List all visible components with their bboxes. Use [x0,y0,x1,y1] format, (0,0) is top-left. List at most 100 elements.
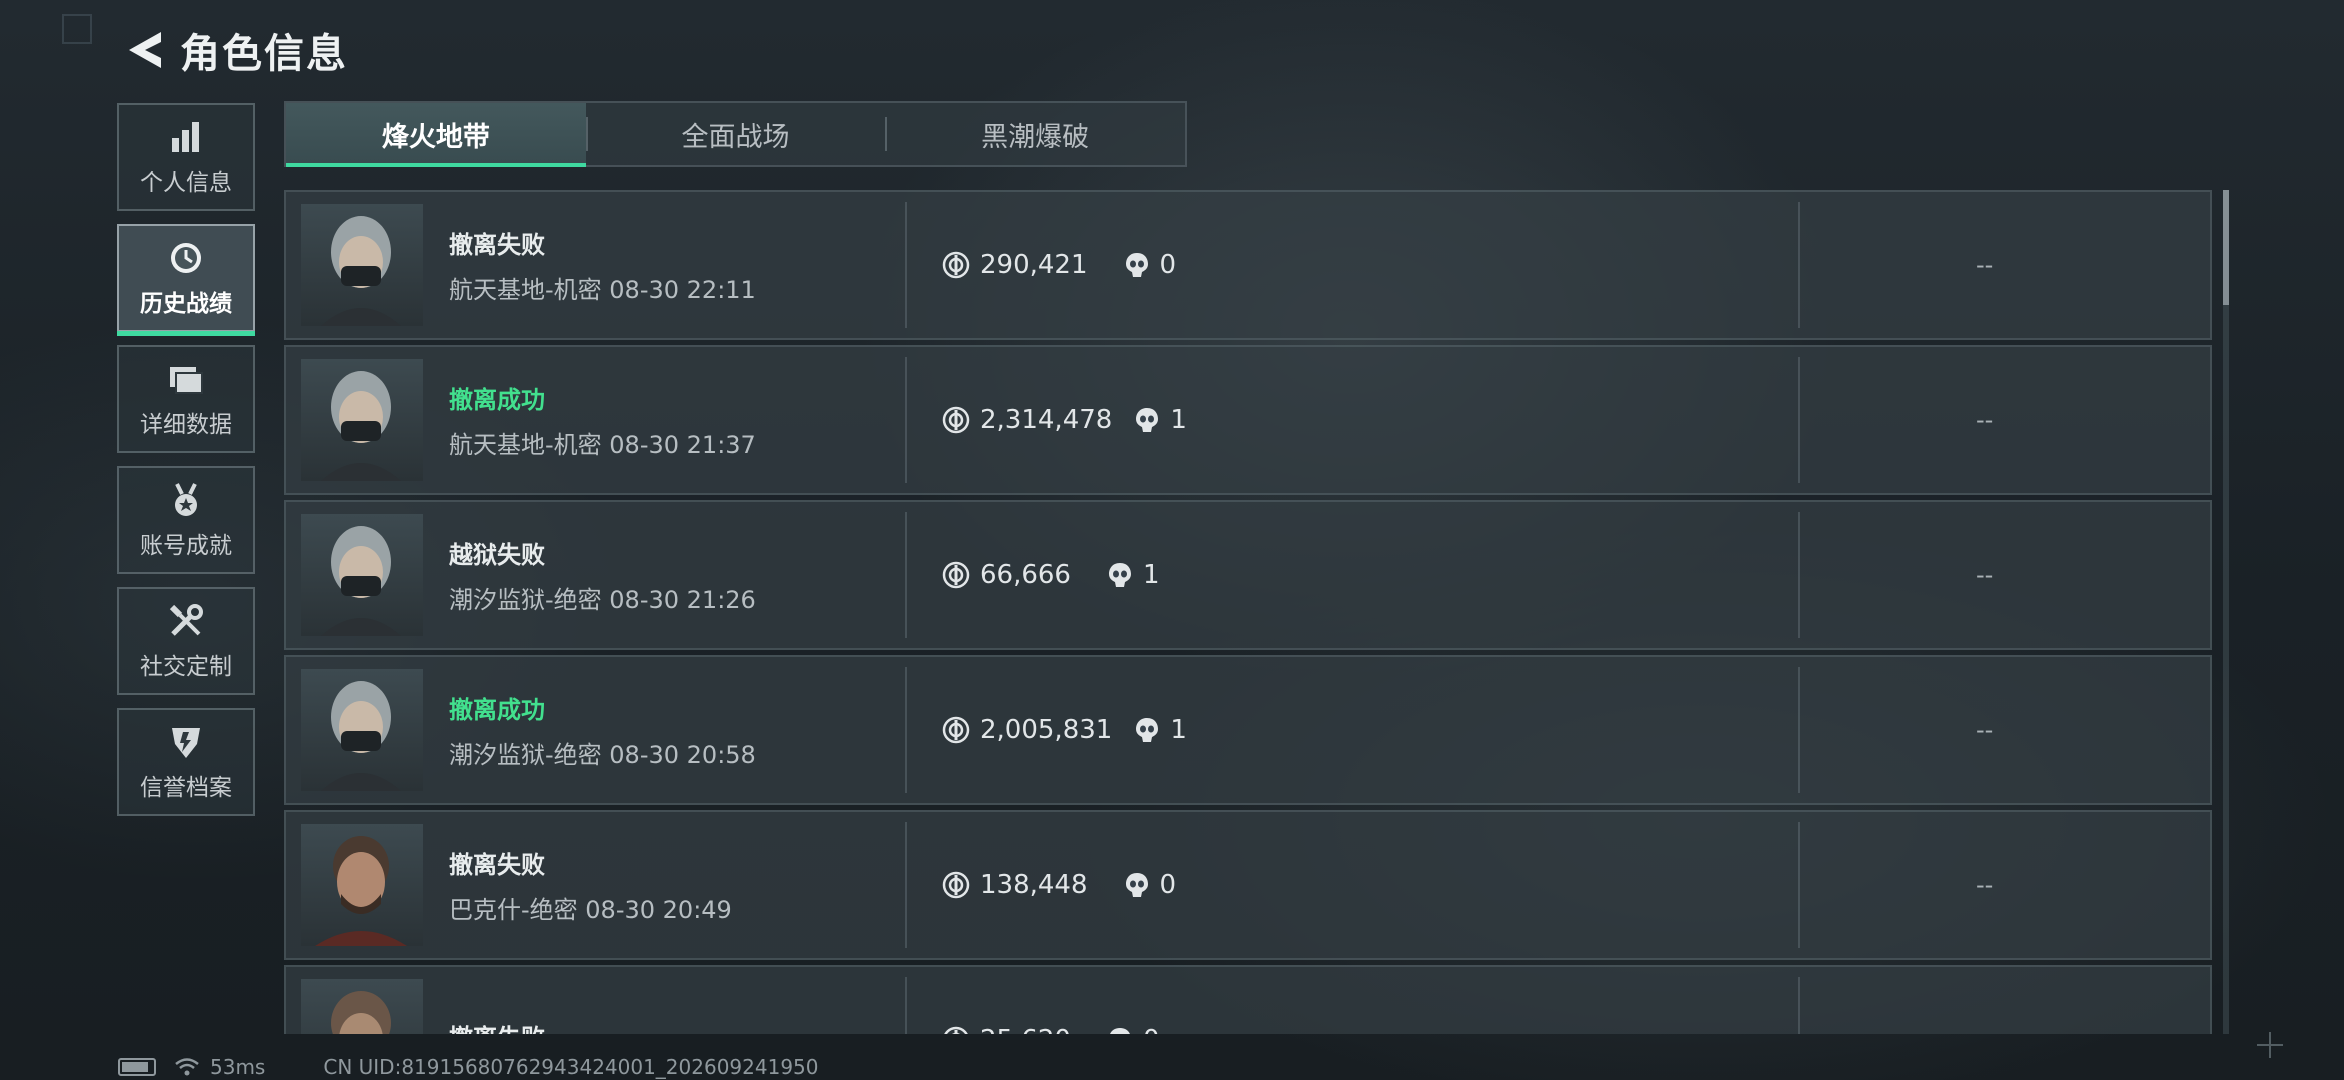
operator-avatar [301,824,423,946]
record-map-time: 潮汐监狱-绝密 08-30 20:58 [449,741,756,769]
match-record-row[interactable]: 撤离失败 航天基地-机密 08-30 22:11 290,421 0 -- [284,190,2212,340]
operator-avatar [301,979,423,1034]
tab-black-tide[interactable]: 黑潮爆破 [885,103,1185,165]
record-status: 撤离成功 [449,386,545,414]
page-title: 角色信息 [180,31,348,77]
record-value: 290,421 [980,250,1088,280]
record-status: 越狱失败 [449,541,545,569]
row-divider [1798,667,1800,793]
coin-icon [944,1026,968,1034]
skull-icon [1125,253,1148,277]
row-divider [1798,512,1800,638]
record-info: 撤离失败 [449,1018,889,1035]
kill-count: 0 [1159,870,1177,900]
battery-icon [118,1058,156,1076]
shield-icon [166,722,206,762]
record-stats: 290,421 0 [942,250,1176,280]
row-divider [905,512,907,638]
sidebar: 个人信息 历史战绩 详细数据 账号成就 社交定制 信誉档案 [117,103,255,829]
record-stats: 2,005,831 1 [942,715,1187,745]
record-info: 撤离失败 巴克什-绝密 08-30 20:49 [449,845,889,925]
row-divider [1798,357,1800,483]
page-header: 角色信息 [118,22,667,78]
row-divider [905,977,907,1034]
mode-tabs: 烽火地带 全面战场 黑潮爆破 [284,101,1187,167]
clock-icon [166,238,206,278]
record-status: 撤离失败 [449,851,545,879]
sidebar-item-social-custom[interactable]: 社交定制 [117,587,255,695]
plus-decoration-icon [2257,1032,2283,1058]
record-stats: 138,448 0 [942,870,1176,900]
match-record-row[interactable]: 越狱失败 潮汐监狱-绝密 08-30 21:26 66,666 1 -- [284,500,2212,650]
row-divider [905,822,907,948]
record-value: 138,448 [980,870,1088,900]
record-stats: 66,666 1 [942,560,1160,590]
tools-icon [166,601,206,641]
scrollbar-thumb[interactable] [2223,190,2229,305]
match-record-row[interactable]: 撤离成功 潮汐监狱-绝密 08-30 20:58 2,005,831 1 -- [284,655,2212,805]
skull-icon [1136,408,1159,432]
record-extra: -- [1976,251,1994,279]
sidebar-item-achievements[interactable]: 账号成就 [117,466,255,574]
skull-icon [1110,1028,1130,1034]
skull-icon [1125,873,1148,897]
kill-count: 0 [1143,1025,1160,1034]
record-value: 25,620 [980,1025,1071,1034]
record-kills: 1 [1107,560,1160,590]
record-info: 撤离失败 航天基地-机密 08-30 22:11 [449,225,889,305]
record-value: 2,314,478 [980,405,1113,435]
kill-count: 1 [1170,405,1187,435]
coin-icon [942,251,970,279]
coin-icon [942,406,970,434]
match-history-list[interactable]: 撤离失败 航天基地-机密 08-30 22:11 290,421 0 -- 撤离… [284,190,2212,1034]
wifi-icon [175,1058,199,1076]
record-value: 66,666 [980,560,1071,590]
record-map-time: 潮汐监狱-绝密 08-30 21:26 [449,586,756,614]
record-extra: -- [1976,871,1994,899]
row-divider [1798,977,1800,1034]
coin-icon [942,871,970,899]
skull-icon [1136,718,1159,742]
record-kills: 0 [1124,870,1177,900]
match-record-row[interactable]: 撤离失败 巴克什-绝密 08-30 20:49 138,448 0 -- [284,810,2212,960]
record-extra: -- [1976,716,1994,744]
coin-icon [942,561,970,589]
uid-text: CN UID:8191568076294342400​1_20260924195… [323,1055,819,1079]
record-stats: 2,314,478 1 [942,405,1187,435]
operator-avatar [301,359,423,481]
record-kills: 0 [1124,250,1177,280]
back-arrow-icon [129,32,161,68]
row-divider [905,357,907,483]
record-info: 撤离成功 航天基地-机密 08-30 21:37 [449,380,889,460]
sidebar-item-personal-info[interactable]: 个人信息 [117,103,255,211]
record-status: 撤离失败 [449,1018,889,1035]
sidebar-item-label: 个人信息 [140,170,232,196]
kill-count: 1 [1170,715,1187,745]
record-info: 越狱失败 潮汐监狱-绝密 08-30 21:26 [449,535,889,615]
operator-avatar [301,204,423,326]
coin-icon [942,716,970,744]
kill-count: 0 [1159,250,1177,280]
sidebar-item-label: 详细数据 [140,412,232,438]
medal-icon [166,480,206,520]
back-button[interactable] [118,22,172,78]
tab-beacon-zone[interactable]: 烽火地带 [286,103,586,167]
sidebar-item-match-history[interactable]: 历史战绩 [117,224,255,336]
tab-full-battlefield[interactable]: 全面战场 [585,103,886,165]
folder-icon [166,359,206,399]
match-record-row[interactable]: 撤离成功 航天基地-机密 08-30 21:37 2,314,478 1 -- [284,345,2212,495]
sidebar-item-detailed-data[interactable]: 详细数据 [117,345,255,453]
list-scrollbar[interactable] [2223,190,2229,1034]
record-status: 撤离失败 [449,231,545,259]
sidebar-item-credit-file[interactable]: 信誉档案 [117,708,255,816]
match-record-row[interactable]: 撤离失败 25,620 0 [284,965,2212,1034]
record-kills: 1 [1134,405,1187,435]
row-divider [1798,202,1800,328]
record-map-time: 航天基地-机密 08-30 21:37 [449,431,756,459]
record-kills: 0 [1107,1025,1160,1034]
status-footer: 53ms CN UID:8191568076294342400​1_202609… [118,1055,819,1079]
record-map-time: 航天基地-机密 08-30 22:11 [449,276,756,304]
row-divider [1798,822,1800,948]
record-extra: -- [1976,406,1994,434]
record-status: 撤离成功 [449,696,545,724]
